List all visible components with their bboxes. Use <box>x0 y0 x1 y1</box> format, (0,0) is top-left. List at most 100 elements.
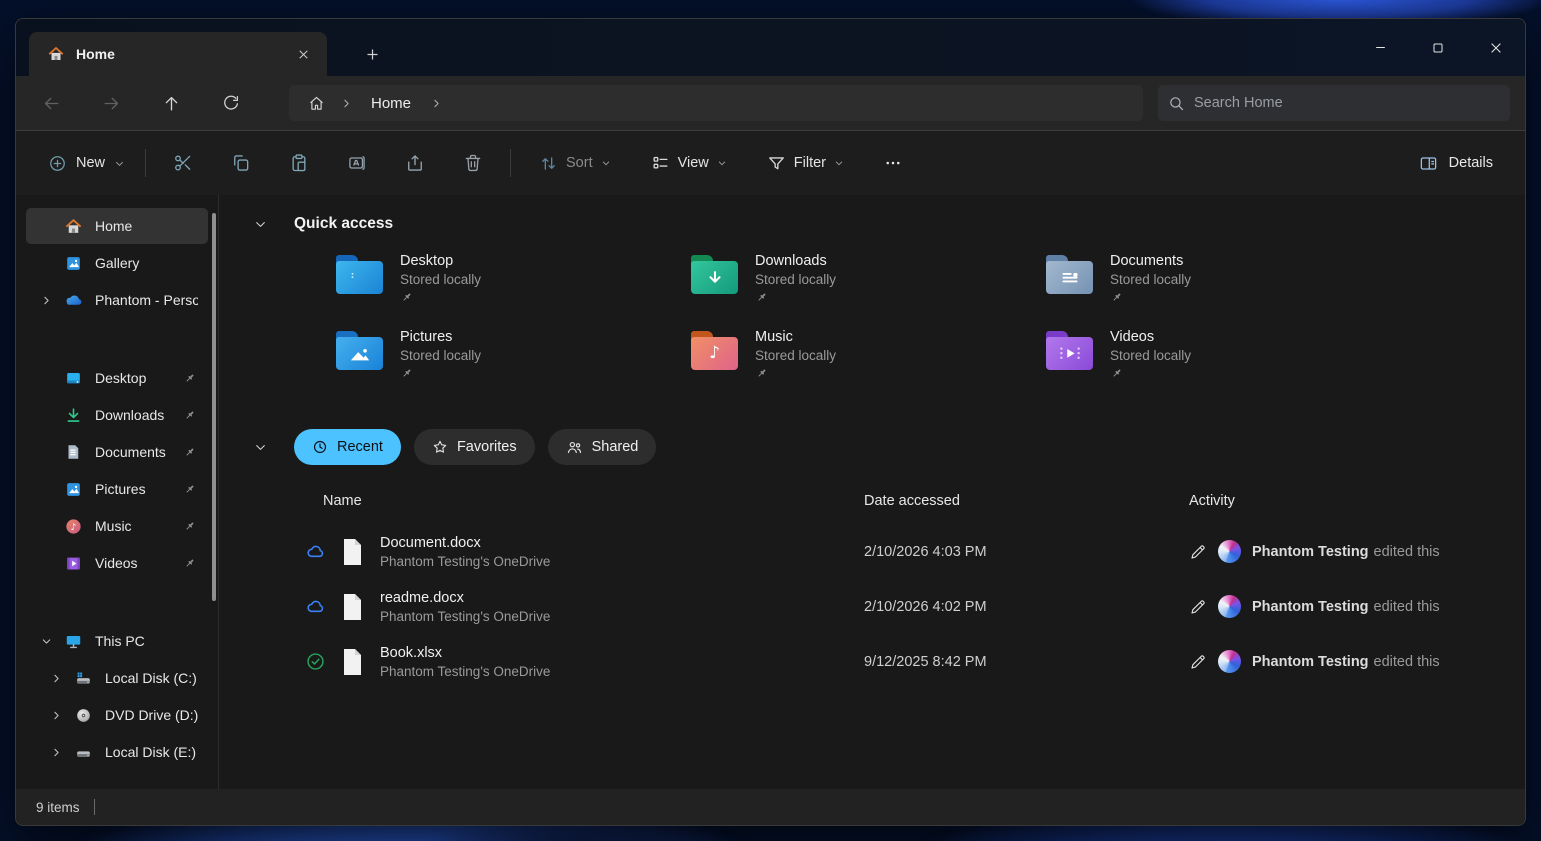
column-header-activity[interactable]: Activity <box>1189 493 1525 509</box>
filter-button[interactable]: Filter <box>757 146 854 181</box>
navigation-bar: Home <box>16 76 1525 130</box>
sidebar-item-label: DVD Drive (D:) <box>105 707 198 723</box>
back-button[interactable] <box>31 85 71 121</box>
downloads-folder-icon <box>691 255 738 294</box>
tab-recent[interactable]: Recent <box>294 429 401 465</box>
activity-user: Phantom Testing <box>1252 544 1369 560</box>
tab-shared[interactable]: Shared <box>548 429 657 465</box>
sidebar-item-local-disk-e[interactable]: Local Disk (E:) <box>26 734 208 770</box>
chevron-down-icon <box>601 158 611 168</box>
gallery-icon <box>62 252 84 274</box>
search-box[interactable] <box>1158 85 1510 121</box>
chevron-right-icon[interactable] <box>425 89 447 117</box>
pictures-folder-icon <box>336 331 383 370</box>
sidebar-item-downloads[interactable]: Downloads <box>26 397 208 433</box>
sidebar-item-label: Videos <box>95 555 176 571</box>
chevron-right-icon[interactable] <box>34 288 58 312</box>
sidebar-item-desktop[interactable]: Desktop <box>26 360 208 396</box>
file-row-readme-docx[interactable]: readme.docx Phantom Testing's OneDrive 2… <box>219 579 1525 634</box>
copy-button[interactable] <box>219 143 263 183</box>
dvd-drive-icon <box>72 704 94 726</box>
tab-close-button[interactable] <box>289 40 317 68</box>
avatar <box>1218 595 1241 618</box>
file-row-book-xlsx[interactable]: Book.xlsx Phantom Testing's OneDrive 9/1… <box>219 634 1525 689</box>
sidebar-item-label: Local Disk (C:) <box>105 670 198 686</box>
quick-access-header[interactable]: Quick access <box>219 209 1525 239</box>
sidebar-item-home[interactable]: Home <box>26 208 208 244</box>
chevron-right-icon[interactable] <box>335 89 357 117</box>
forward-button[interactable] <box>91 85 131 121</box>
documents-folder-icon <box>1046 255 1093 294</box>
quick-access-tile-videos[interactable]: Videos Stored locally <box>1046 329 1401 405</box>
chevron-right-icon[interactable] <box>44 740 68 764</box>
details-button[interactable]: Details <box>1406 146 1505 181</box>
tab-favorites[interactable]: Favorites <box>414 429 535 465</box>
column-header-date-accessed[interactable]: Date accessed <box>864 493 1189 509</box>
chevron-down-icon[interactable] <box>34 629 58 653</box>
downloads-icon <box>62 404 84 426</box>
sidebar-item-music[interactable]: ♪ Music <box>26 508 208 544</box>
sidebar-item-this-pc[interactable]: This PC <box>26 623 208 659</box>
pin-icon <box>180 483 198 496</box>
search-input[interactable] <box>1194 95 1500 111</box>
refresh-button[interactable] <box>211 85 251 121</box>
tab-home[interactable]: Home <box>29 32 327 76</box>
column-header-name[interactable]: Name <box>323 493 864 509</box>
quick-access-tile-desktop[interactable]: Desktop Stored locally <box>336 253 691 329</box>
quick-access-tile-documents[interactable]: Documents Stored locally <box>1046 253 1401 329</box>
sort-button[interactable]: Sort <box>529 146 621 181</box>
videos-icon <box>62 552 84 574</box>
chevron-down-icon[interactable] <box>250 218 270 231</box>
sidebar-scrollbar[interactable] <box>212 213 216 601</box>
rename-button[interactable] <box>335 143 379 183</box>
sidebar-item-label: Home <box>95 218 198 234</box>
sidebar-item-onedrive[interactable]: Phantom - Personal <box>26 282 208 318</box>
up-button[interactable] <box>151 85 191 121</box>
chevron-right-icon[interactable] <box>44 666 68 690</box>
file-name: Book.xlsx <box>380 645 550 661</box>
chevron-down-icon <box>114 158 125 169</box>
cloud-status-icon <box>303 596 327 617</box>
music-icon: ♪ <box>62 515 84 537</box>
sidebar-item-pictures[interactable]: Pictures <box>26 471 208 507</box>
toolbar-divider <box>510 149 511 177</box>
navigation-pane: Home Gallery Phantom - Personal <box>16 195 219 789</box>
file-name: Document.docx <box>380 535 550 551</box>
clock-icon <box>312 439 328 455</box>
column-headers: Name Date accessed Activity <box>219 493 1525 509</box>
sidebar-item-label: Downloads <box>95 407 176 423</box>
sidebar-item-videos[interactable]: Videos <box>26 545 208 581</box>
quick-access-tile-pictures[interactable]: Pictures Stored locally <box>336 329 691 405</box>
cut-button[interactable] <box>161 143 205 183</box>
paste-button[interactable] <box>277 143 321 183</box>
new-tab-button[interactable] <box>357 39 387 69</box>
chevron-right-icon[interactable] <box>44 703 68 727</box>
breadcrumb[interactable]: Home <box>289 85 1143 121</box>
desktop-folder-icon <box>336 255 383 294</box>
chevron-down-icon[interactable] <box>250 441 270 454</box>
breadcrumb-item-home[interactable]: Home <box>361 95 421 112</box>
sidebar-item-documents[interactable]: Documents <box>26 434 208 470</box>
breadcrumb-home-icon[interactable] <box>301 89 331 117</box>
sidebar-item-local-disk-c[interactable]: Local Disk (C:) <box>26 660 208 696</box>
sidebar-item-gallery[interactable]: Gallery <box>26 245 208 281</box>
videos-folder-icon <box>1046 331 1093 370</box>
view-button[interactable]: View <box>641 146 737 181</box>
quick-access-tile-music[interactable]: ♪ Music Stored locally <box>691 329 1046 405</box>
tile-name: Documents <box>1110 253 1191 269</box>
share-button[interactable] <box>393 143 437 183</box>
sidebar-item-label: Phantom - Personal <box>95 292 198 308</box>
quick-access-tile-downloads[interactable]: Downloads Stored locally <box>691 253 1046 329</box>
close-button[interactable] <box>1467 24 1525 72</box>
sidebar-item-dvd-drive-d[interactable]: DVD Drive (D:) <box>26 697 208 733</box>
pin-icon <box>180 520 198 533</box>
onedrive-icon <box>62 289 84 311</box>
star-icon <box>432 439 448 455</box>
new-button[interactable]: New <box>36 146 137 181</box>
minimize-button[interactable] <box>1351 24 1409 72</box>
see-more-button[interactable] <box>871 143 915 183</box>
sidebar-item-label: Pictures <box>95 481 176 497</box>
maximize-button[interactable] <box>1409 24 1467 72</box>
delete-button[interactable] <box>451 143 495 183</box>
file-row-document-docx[interactable]: Document.docx Phantom Testing's OneDrive… <box>219 524 1525 579</box>
